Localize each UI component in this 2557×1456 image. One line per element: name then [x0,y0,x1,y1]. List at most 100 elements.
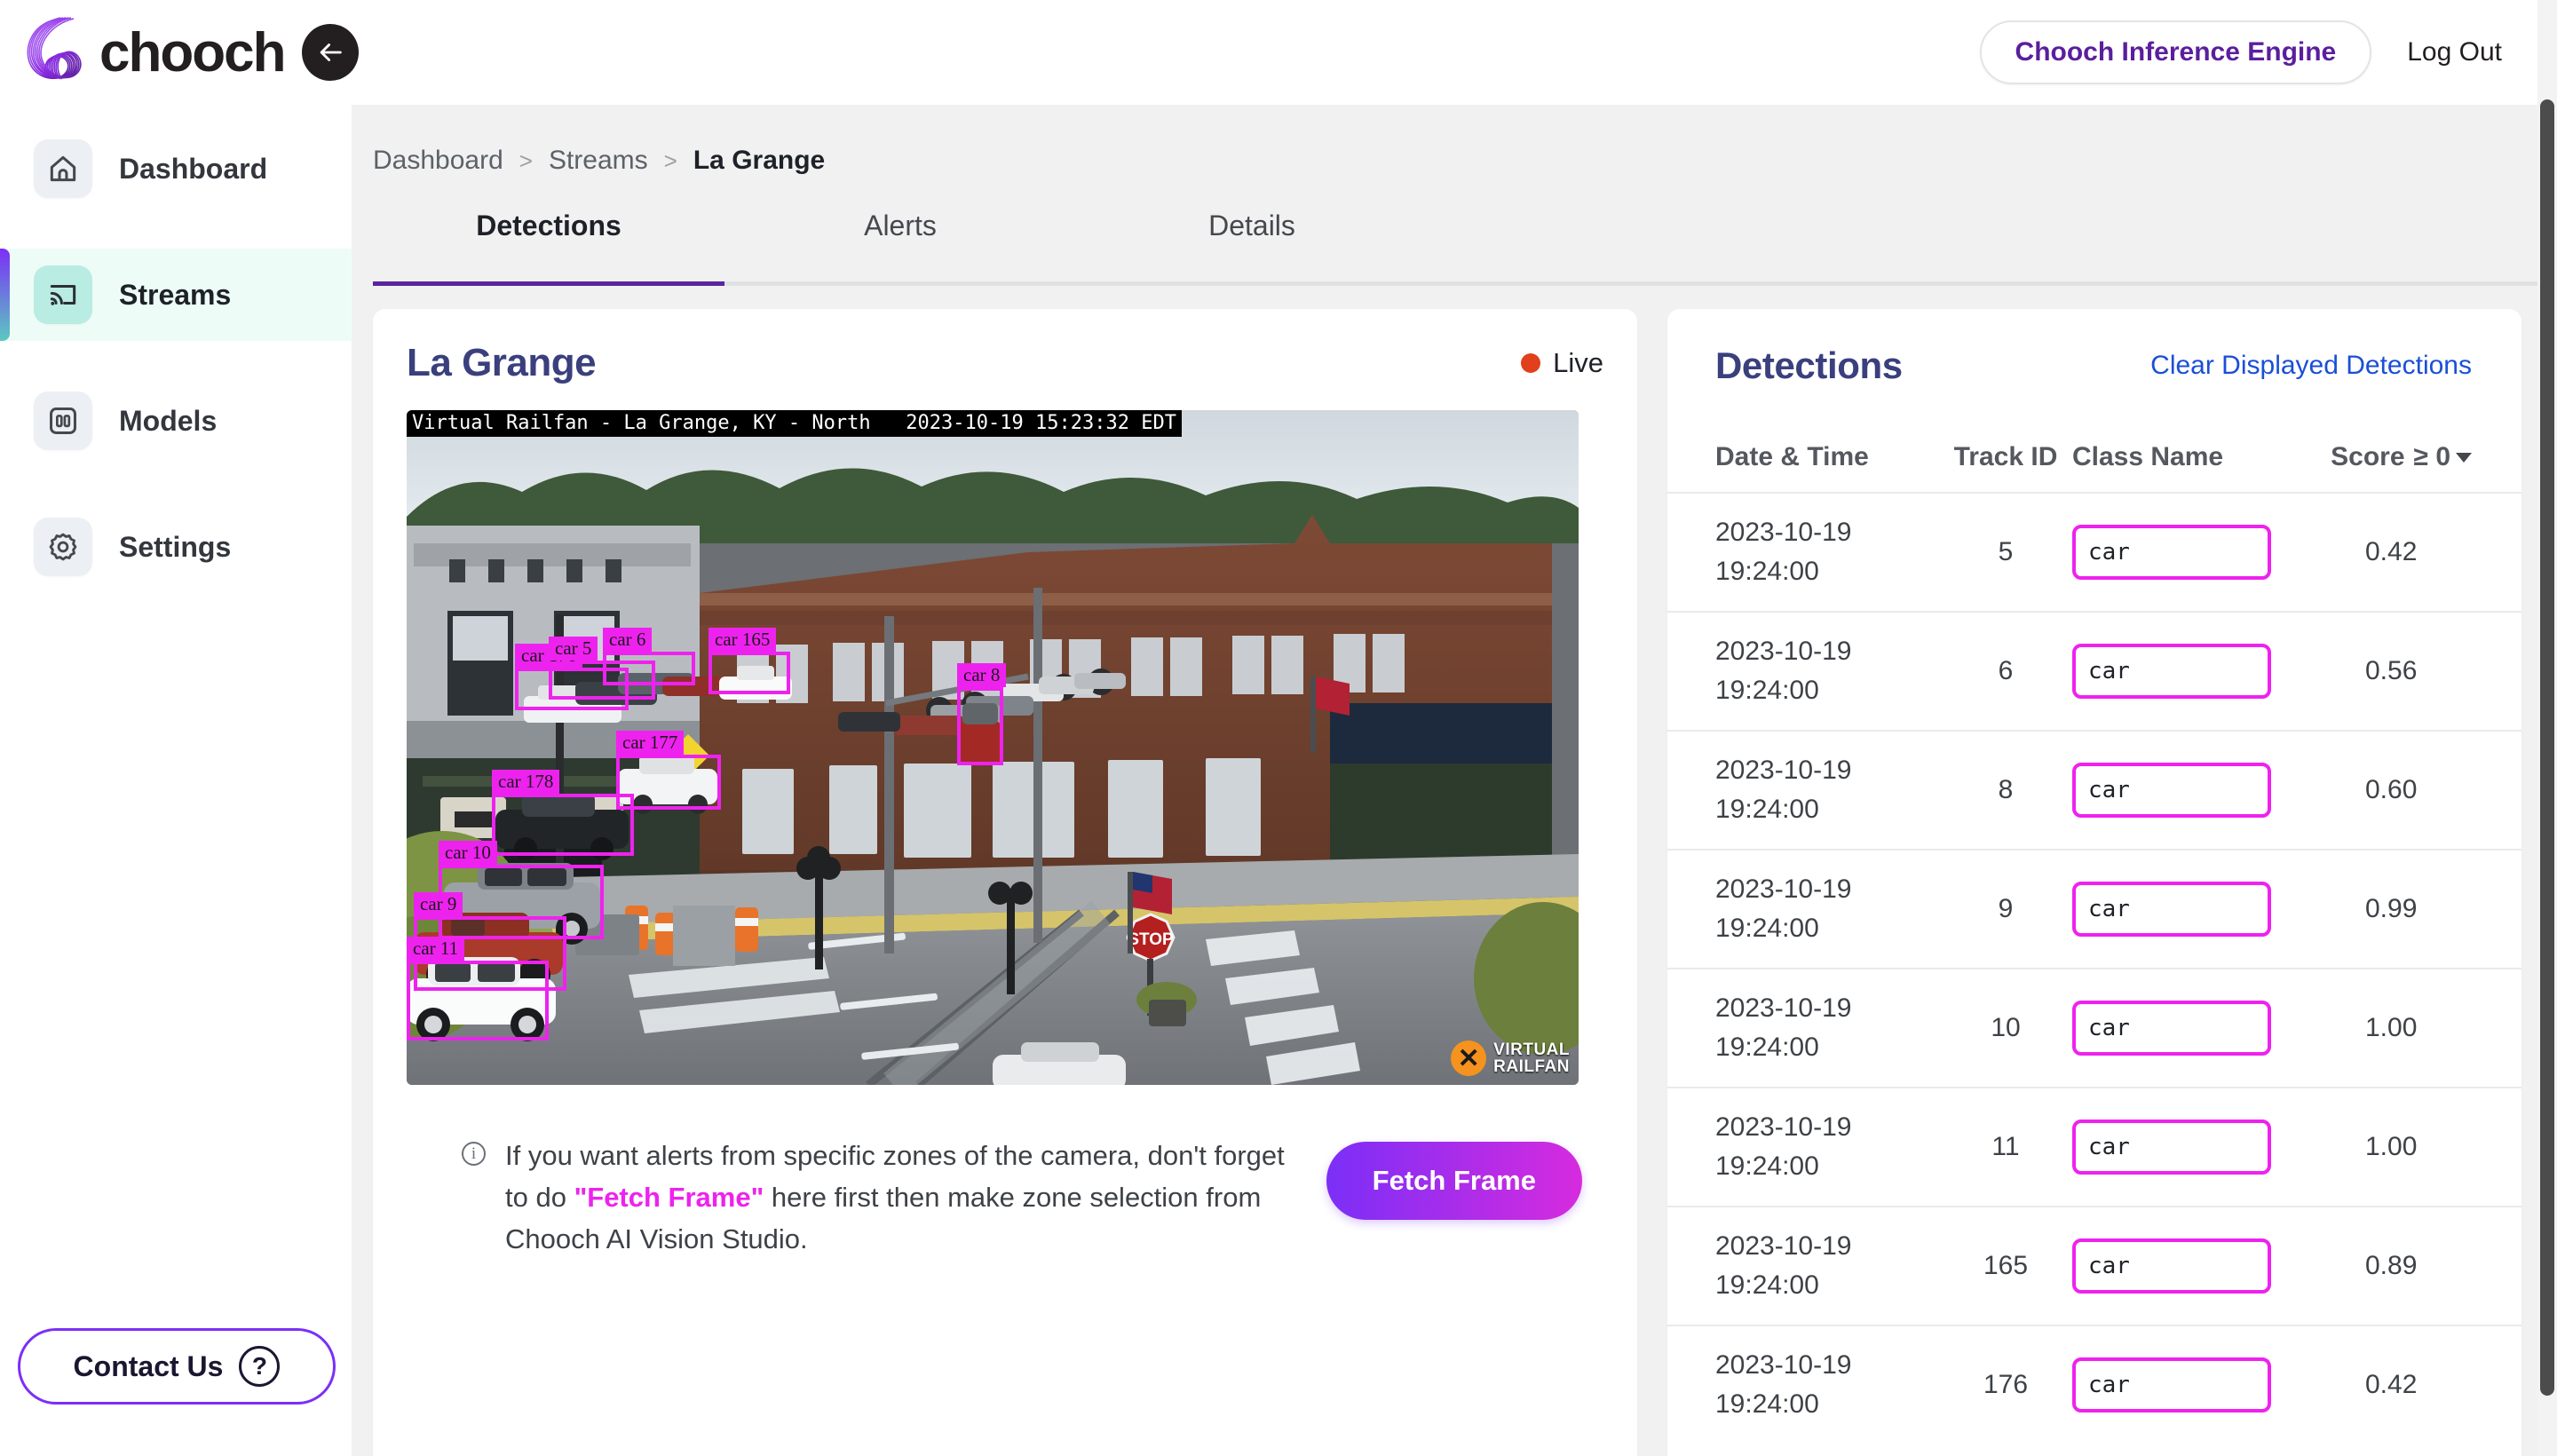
live-status-badge: Live [1521,347,1603,379]
sidebar-item-label: Models [119,404,218,437]
question-mark-icon: ? [239,1346,281,1387]
sidebar-item-settings[interactable]: Settings [0,501,352,593]
detection-box [407,961,549,1041]
brand-logo[interactable]: chooch [0,12,286,92]
info-icon: i [462,1142,486,1166]
cell-class-name: car [2072,763,2301,818]
contact-us-label: Contact Us [73,1349,224,1382]
table-row[interactable]: 2023-10-19 19:24:00 6 car 0.56 [1667,611,2521,730]
breadcrumb-current: La Grange [693,146,826,175]
table-row[interactable]: 2023-10-19 19:24:00 9 car 0.99 [1667,849,2521,968]
chevron-down-icon [2456,452,2472,463]
virtual-railfan-watermark: ✕ VIRTUAL RAILFAN [1451,1041,1570,1076]
column-header-score: Score [2331,442,2405,471]
table-row[interactable]: 2023-10-19 19:24:00 10 car 1.00 [1667,968,2521,1087]
class-name-input[interactable]: car [2072,1001,2271,1056]
models-icon [34,392,92,450]
stream-card: La Grange Live STOP car car 5 car 6 car … [373,309,1637,1456]
cell-track-id: 6 [1998,656,2014,685]
sidebar-item-dashboard[interactable]: Dashboard [0,123,352,215]
cell-track-id: 165 [1983,1251,2029,1280]
class-name-input[interactable]: car [2072,1357,2271,1412]
column-header-date: Date & Time [1715,442,1869,471]
table-row[interactable]: 2023-10-19 19:24:00 5 car 0.42 [1667,492,2521,611]
table-row[interactable]: 2023-10-19 19:24:00 11 car 1.00 [1667,1087,2521,1206]
inference-engine-button[interactable]: Chooch Inference Engine [1979,20,2372,84]
table-row[interactable]: 2023-10-19 19:24:00 8 car 0.60 [1667,730,2521,849]
tab-active-indicator [373,281,724,286]
detection-box [709,652,790,694]
score-filter-dropdown[interactable]: ≥ 0 [2414,442,2472,472]
breadcrumb-dashboard[interactable]: Dashboard [373,146,503,176]
cell-class-name: car [2072,1120,2301,1175]
fetch-frame-button[interactable]: Fetch Frame [1326,1142,1582,1220]
class-name-input[interactable]: car [2072,525,2271,580]
class-name-input[interactable]: car [2072,1120,2271,1175]
sidebar-item-label: Settings [119,530,232,563]
page-scrollbar-thumb[interactable] [2540,99,2554,1396]
logout-button[interactable]: Log Out [2407,37,2502,67]
chooch-swirl-icon [20,12,96,92]
class-name-input[interactable]: car [2072,1238,2271,1294]
class-name-input[interactable]: car [2072,763,2271,818]
top-bar: chooch Chooch Inference Engine Log Out [0,0,2557,105]
detection-box-label: car 9 [414,892,463,916]
detection-box-label: car 5 [549,637,598,661]
crossbuck-icon: ✕ [1451,1041,1487,1076]
class-name-input[interactable]: car [2072,644,2271,699]
sidebar: Dashboard Streams Models Settings Contac… [0,105,352,1456]
cell-date-time: 2023-10-19 19:24:00 [1715,993,1852,1062]
column-header-track-id: Track ID [1953,442,2058,471]
detections-table-body: 2023-10-19 19:24:00 5 car 0.42 2023-10-19 19:2… [1667,492,2521,1444]
cell-score: 0.99 [2365,894,2418,923]
tab-alerts[interactable]: Alerts [724,210,1076,262]
clear-displayed-detections-link[interactable]: Clear Displayed Detections [2150,351,2472,381]
cell-track-id: 176 [1983,1370,2029,1399]
cell-class-name: car [2072,1357,2301,1412]
cell-track-id: 5 [1998,537,2014,566]
detection-box-label: car 165 [709,628,777,652]
video-player[interactable]: STOP car car 5 car 6 car 165 car 8 car 1… [407,410,1579,1085]
detections-title: Detections [1715,344,1903,386]
detection-box-label: car 6 [603,628,653,652]
cell-score: 0.89 [2365,1251,2418,1280]
table-row[interactable]: 2023-10-19 19:24:00 176 car 0.42 [1667,1325,2521,1444]
watermark-line-2: RAILFAN [1493,1057,1570,1076]
table-row[interactable]: 2023-10-19 19:24:00 165 car 0.89 [1667,1206,2521,1325]
breadcrumb-separator: > [519,146,533,174]
cell-track-id: 11 [1991,1132,2020,1161]
cell-date-time: 2023-10-19 19:24:00 [1715,1231,1852,1300]
sidebar-item-streams[interactable]: Streams [0,249,352,341]
detection-box-label: car 177 [616,731,685,755]
detection-box-label: car 8 [957,663,1007,687]
sidebar-item-models[interactable]: Models [0,375,352,467]
class-name-input[interactable]: car [2072,882,2271,937]
cell-class-name: car [2072,525,2301,580]
column-header-class-name: Class Name [2072,442,2224,471]
tab-details[interactable]: Details [1076,210,1428,262]
detections-card: Detections Clear Displayed Detections Da… [1667,309,2521,1456]
contact-us-button[interactable]: Contact Us ? [18,1328,336,1405]
breadcrumb: Dashboard > Streams > La Grange [352,105,2548,176]
cell-score: 0.60 [2365,775,2418,804]
cell-track-id: 9 [1998,894,2014,923]
zone-hint-emphasis: "Fetch Frame" [574,1182,764,1213]
cell-score: 1.00 [2365,1132,2418,1161]
back-button[interactable] [302,24,360,81]
detection-box-label: car 10 [439,841,497,865]
cell-class-name: car [2072,1001,2301,1056]
page-scrollbar[interactable] [2537,0,2557,1456]
sidebar-item-label: Dashboard [119,152,268,185]
cell-date-time: 2023-10-19 19:24:00 [1715,637,1852,705]
detection-box-label: car 11 [407,937,465,961]
cell-score: 1.00 [2365,1013,2418,1042]
score-filter-value: ≥ 0 [2413,442,2450,471]
cell-score: 0.56 [2365,656,2418,685]
cell-class-name: car [2072,882,2301,937]
breadcrumb-streams[interactable]: Streams [549,146,648,176]
tab-detections[interactable]: Detections [373,210,724,262]
zone-hint-row: i If you want alerts from specific zones… [407,1135,1603,1260]
cell-track-id: 8 [1998,775,2014,804]
main-content: Dashboard > Streams > La Grange Detectio… [352,105,2548,1456]
arrow-left-icon [321,44,343,61]
